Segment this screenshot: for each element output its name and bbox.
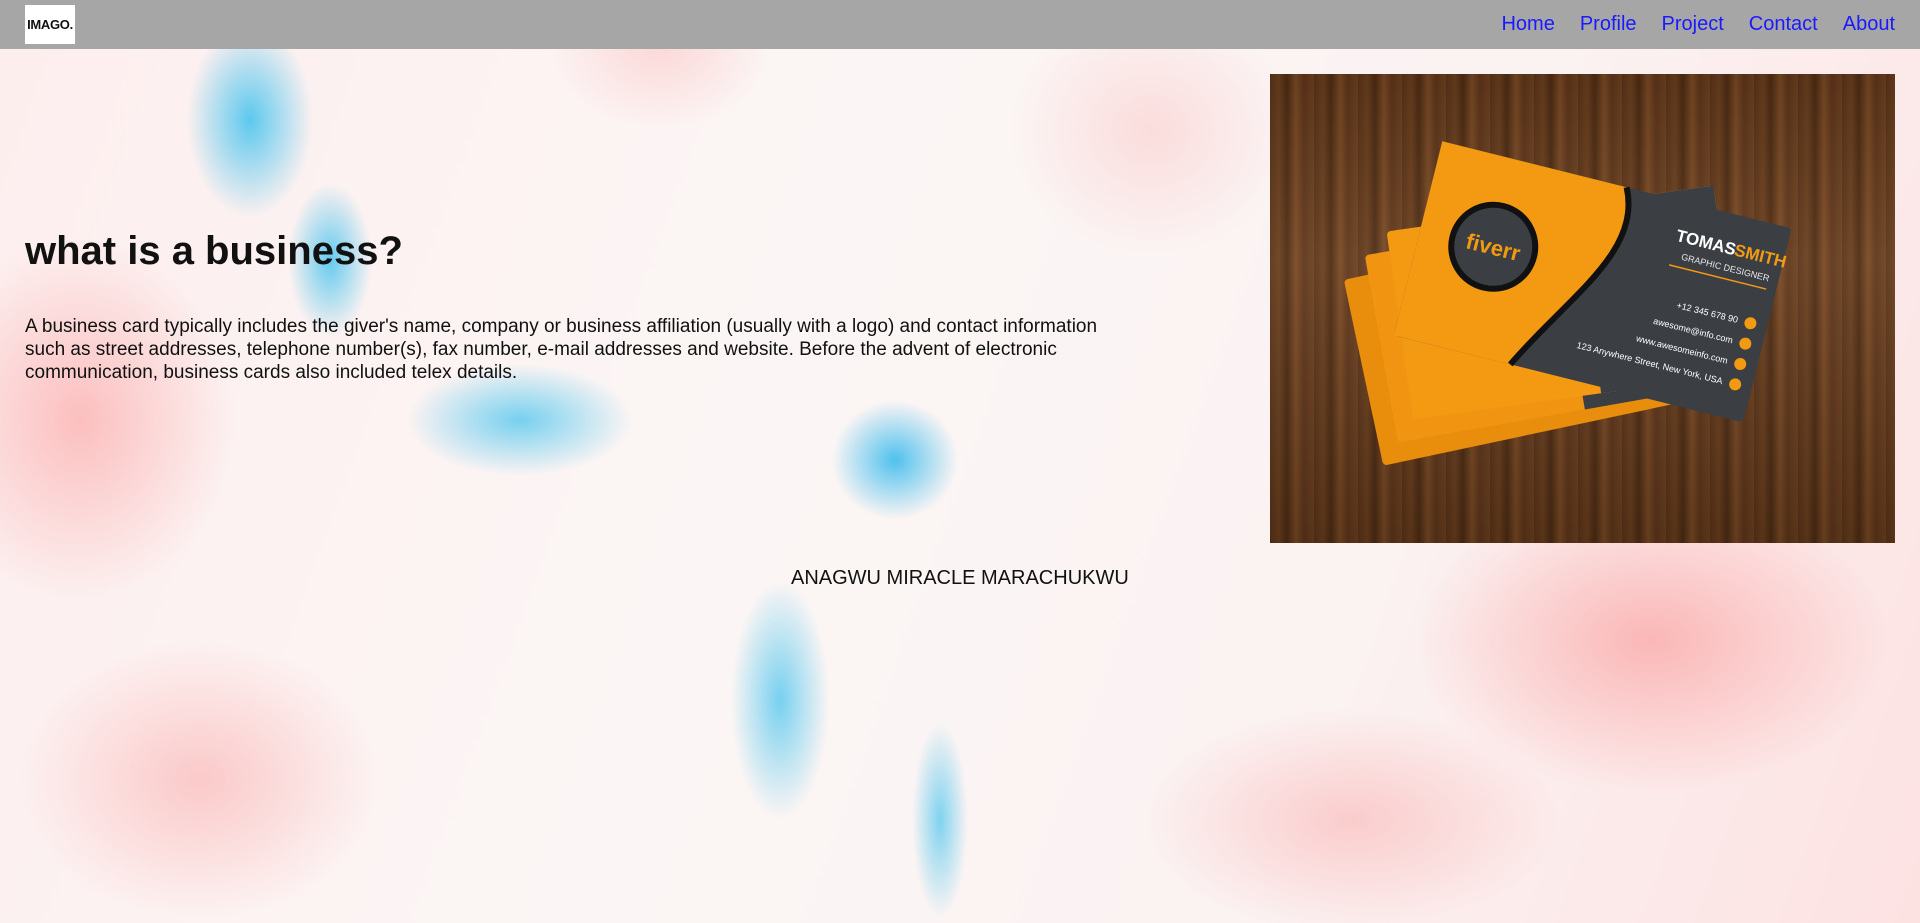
business-card-photo: fiverr TOMAS SMITH GRAPHIC DESIGNER +12 … [1270,74,1895,543]
nav-link-contact[interactable]: Contact [1749,13,1818,36]
business-card-stack-illustration: fiverr TOMAS SMITH GRAPHIC DESIGNER +12 … [1344,141,1791,465]
page-heading: what is a business? [25,229,403,273]
nav-link-project[interactable]: Project [1662,13,1724,36]
intro-paragraph: A business card typically includes the g… [25,316,1098,383]
top-navbar: IMAGO. Home Profile Project Contact Abou… [0,0,1920,49]
nav-link-about[interactable]: About [1843,13,1895,36]
nav-link-profile[interactable]: Profile [1580,13,1637,36]
author-name: ANAGWU MIRACLE MARACHUKWU [791,567,1129,589]
nav-link-home[interactable]: Home [1501,13,1554,36]
site-logo[interactable]: IMAGO. [25,5,75,44]
main-nav: Home Profile Project Contact About [1501,13,1895,36]
